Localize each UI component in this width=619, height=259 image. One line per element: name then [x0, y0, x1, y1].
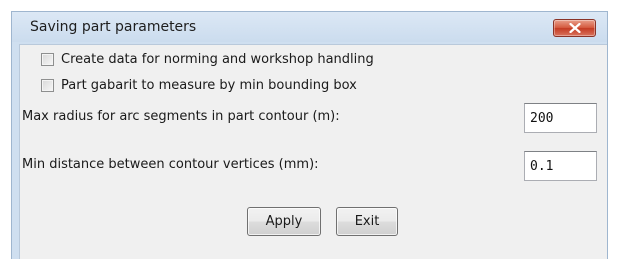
norming-checkbox[interactable]	[41, 52, 54, 66]
norming-checkbox-label[interactable]: Create data for norming and workshop han…	[61, 52, 374, 67]
min-distance-label: Min distance between contour vertices (m…	[22, 157, 319, 172]
max-radius-input[interactable]	[524, 103, 597, 133]
max-radius-label: Max radius for arc segments in part cont…	[22, 109, 340, 124]
title-bar[interactable]: Saving part parameters	[12, 12, 607, 42]
dialog-title: Saving part parameters	[30, 19, 197, 35]
exit-button[interactable]: Exit	[336, 207, 398, 236]
bounding-box-checkbox-label[interactable]: Part gabarit to measure by min bounding …	[61, 78, 357, 93]
min-distance-input[interactable]	[524, 151, 597, 181]
bounding-box-checkbox[interactable]	[41, 78, 54, 92]
close-button[interactable]	[553, 19, 596, 37]
close-icon	[569, 23, 581, 33]
bounding-box-checkbox-row[interactable]: Part gabarit to measure by min bounding …	[41, 75, 357, 95]
norming-checkbox-row[interactable]: Create data for norming and workshop han…	[41, 49, 374, 69]
apply-button[interactable]: Apply	[247, 207, 321, 236]
